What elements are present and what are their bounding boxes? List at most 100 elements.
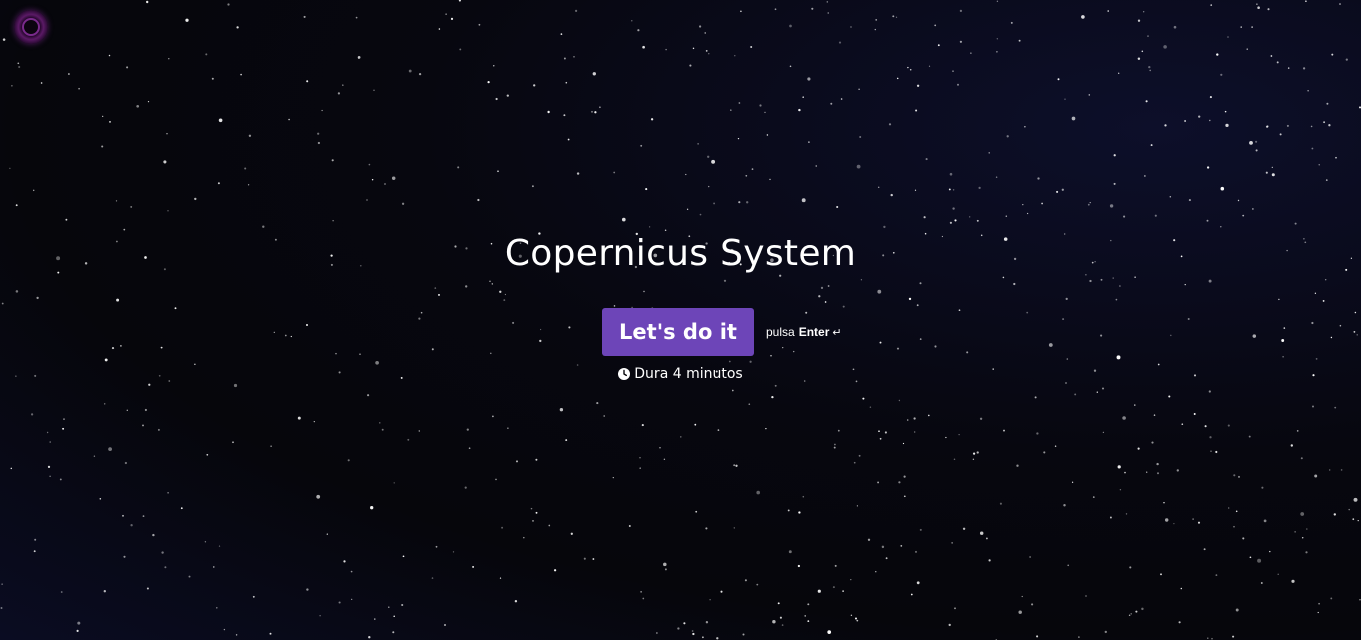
star: [1237, 199, 1240, 202]
star: [49, 475, 51, 478]
star: [1192, 518, 1194, 520]
star: [1290, 444, 1293, 447]
star: [737, 137, 740, 140]
star: [745, 174, 748, 177]
star: [1154, 214, 1157, 217]
star: [1260, 582, 1263, 584]
star: [1206, 166, 1210, 169]
star: [204, 541, 207, 543]
star: [388, 606, 390, 608]
star: [972, 452, 976, 455]
star: [247, 184, 250, 186]
star: [1283, 327, 1286, 329]
ring-logo-icon[interactable]: [14, 10, 48, 44]
star: [1063, 504, 1066, 507]
star: [915, 109, 918, 112]
star: [874, 28, 876, 31]
star: [1315, 358, 1318, 360]
star: [869, 406, 872, 408]
star: [881, 545, 885, 549]
star: [1109, 516, 1112, 519]
star: [1224, 110, 1227, 113]
star: [830, 102, 833, 105]
star: [1203, 548, 1206, 551]
star: [970, 52, 972, 54]
star: [568, 326, 571, 329]
star: [995, 176, 998, 178]
hint-prefix: pulsa: [766, 325, 795, 339]
star: [637, 29, 640, 32]
star: [565, 81, 568, 84]
star: [164, 566, 167, 569]
star: [787, 509, 790, 512]
star: [157, 428, 160, 431]
star: [740, 10, 742, 13]
star: [1318, 602, 1320, 605]
star: [827, 285, 830, 287]
star: [612, 476, 614, 479]
star: [1188, 199, 1191, 202]
star: [656, 632, 658, 634]
star: [512, 321, 515, 324]
star: [827, 630, 832, 634]
star: [15, 290, 19, 293]
star: [367, 394, 370, 397]
star: [954, 607, 956, 610]
star: [694, 423, 697, 426]
star: [954, 219, 957, 222]
star: [1184, 120, 1187, 122]
star: [160, 346, 163, 349]
star: [11, 84, 13, 87]
star: [146, 0, 149, 4]
star: [47, 465, 51, 469]
star: [36, 296, 39, 300]
star: [435, 545, 438, 548]
star: [144, 408, 147, 412]
star: [1282, 356, 1284, 358]
star: [996, 50, 998, 53]
star: [402, 555, 405, 558]
star: [695, 510, 698, 513]
star: [1353, 330, 1356, 333]
star: [1034, 396, 1037, 399]
start-button[interactable]: Let's do it: [602, 308, 754, 356]
star: [1113, 154, 1116, 157]
star: [1296, 430, 1299, 432]
star: [321, 109, 323, 112]
star: [1277, 573, 1279, 576]
star: [945, 436, 947, 439]
star: [765, 427, 767, 430]
star: [877, 289, 882, 294]
star: [879, 341, 882, 344]
star: [1104, 630, 1107, 634]
star: [1208, 390, 1211, 393]
star: [1356, 334, 1358, 336]
star: [503, 299, 506, 302]
star: [648, 226, 651, 228]
star: [807, 603, 810, 606]
star: [884, 431, 887, 434]
star: [1010, 21, 1013, 24]
star: [1160, 573, 1162, 576]
star: [751, 168, 754, 170]
action-row: Let's do it pulsa Enter ↵: [602, 308, 842, 356]
star: [914, 189, 917, 191]
star: [1163, 502, 1165, 504]
star: [928, 65, 931, 67]
star: [1209, 119, 1211, 122]
star: [969, 216, 971, 218]
star: [401, 202, 405, 205]
star: [1096, 391, 1098, 393]
star: [17, 62, 20, 65]
star: [815, 165, 817, 167]
star: [733, 527, 735, 529]
star: [1271, 173, 1275, 177]
star: [459, 48, 462, 51]
star: [1215, 574, 1218, 577]
star: [777, 602, 780, 605]
star: [1359, 599, 1361, 601]
star: [62, 427, 65, 430]
star: [567, 138, 570, 141]
star: [877, 481, 880, 484]
star: [205, 53, 208, 56]
